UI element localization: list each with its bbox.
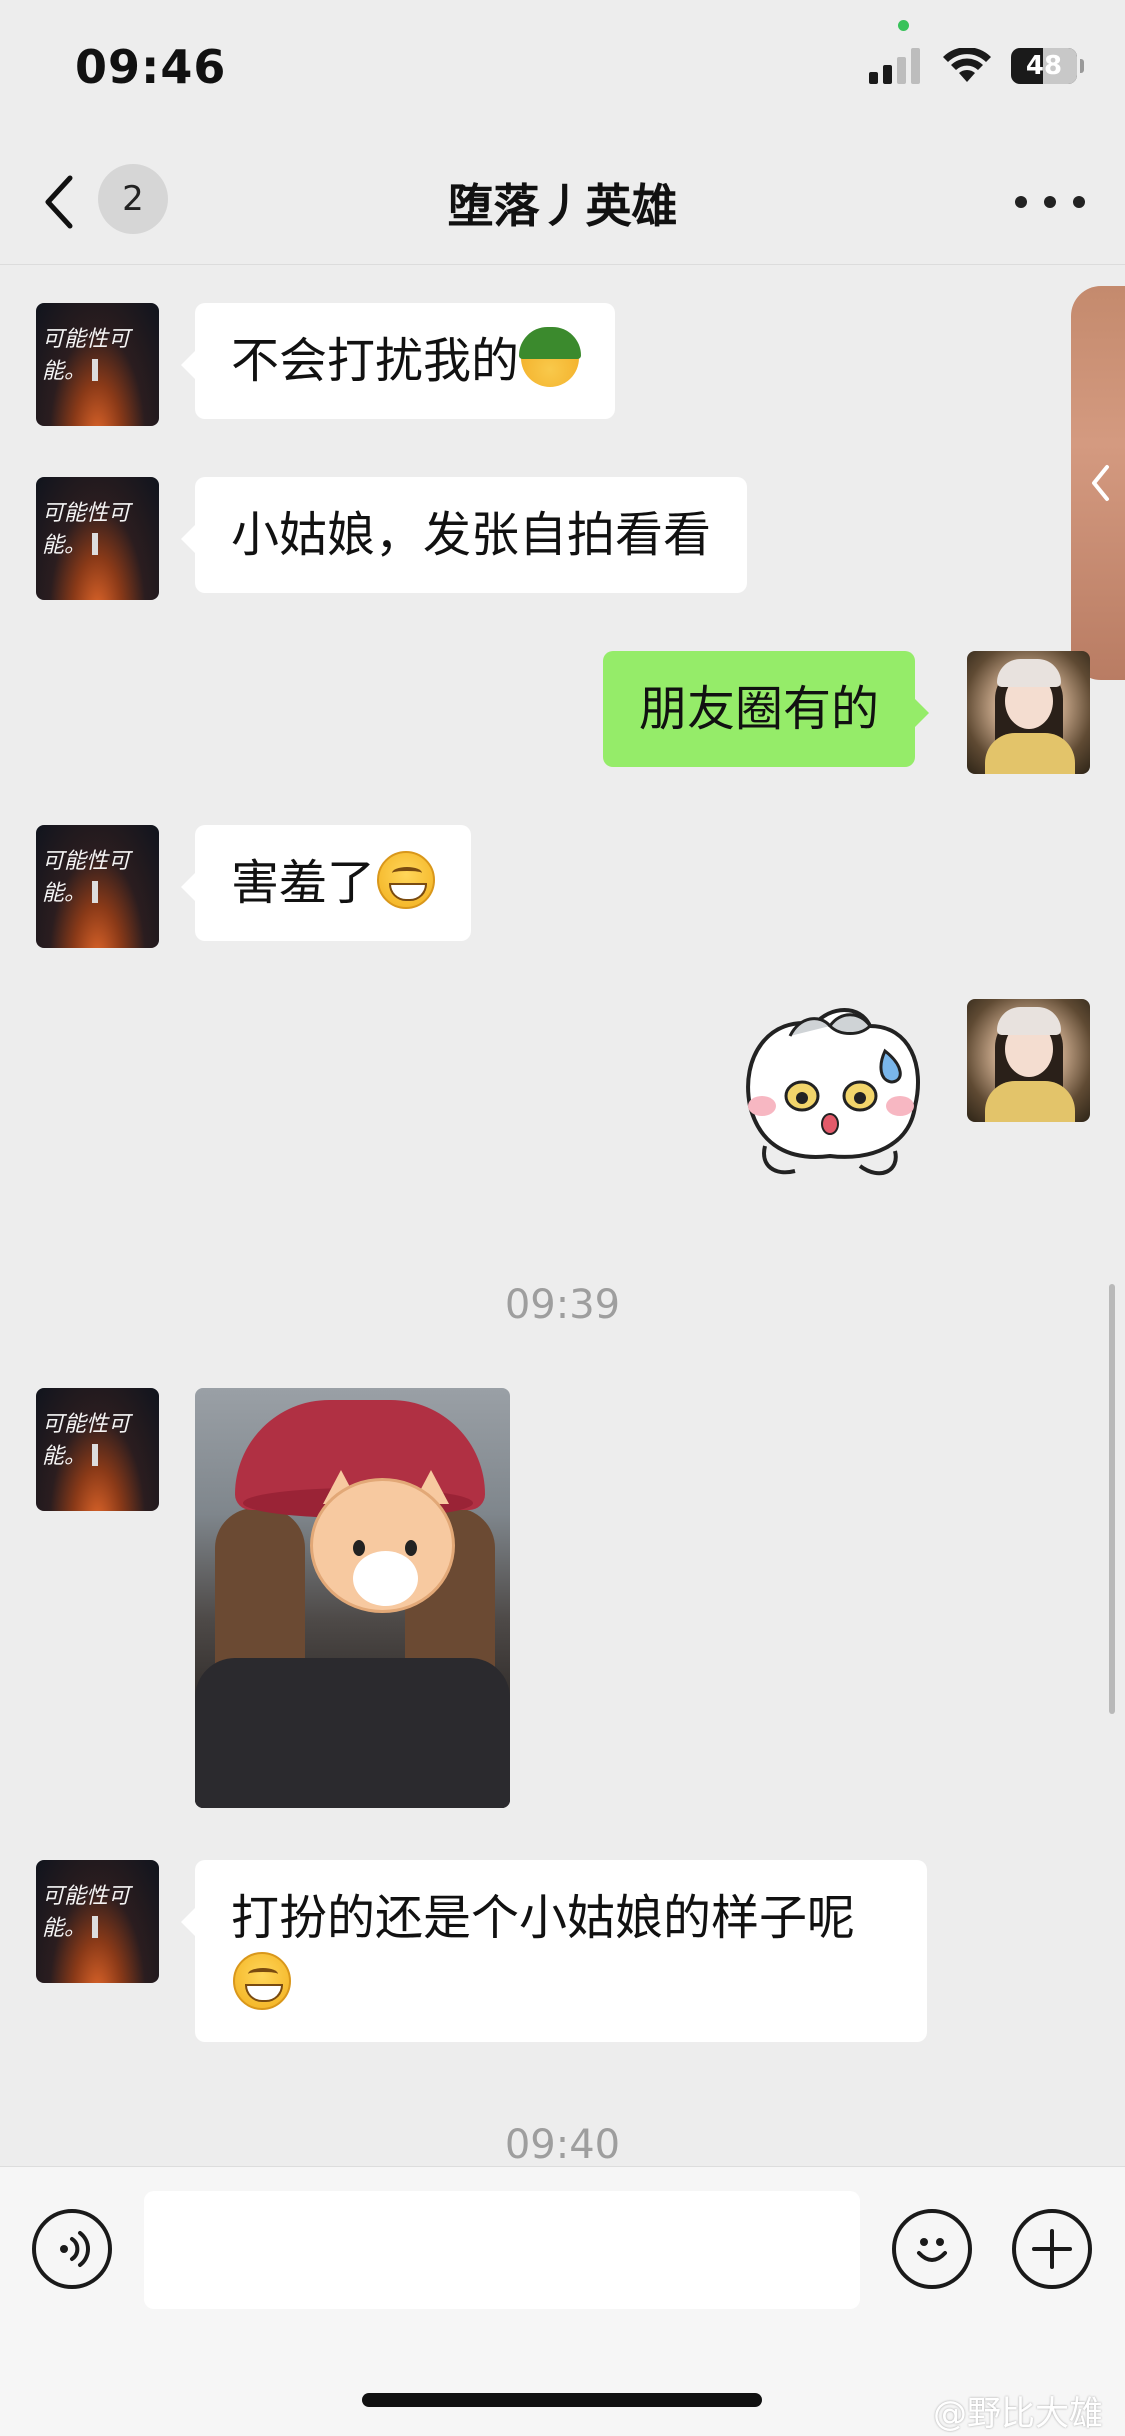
battery-percentage: 48 bbox=[1025, 51, 1063, 81]
photo-jacket bbox=[195, 1658, 510, 1808]
my-avatar[interactable] bbox=[967, 651, 1090, 774]
message-text: 朋友圈有的 bbox=[639, 681, 880, 737]
wifi-icon bbox=[943, 48, 991, 82]
cat-eye bbox=[405, 1540, 417, 1556]
cat-eye bbox=[353, 1540, 365, 1556]
avatar-caption: 可能性可能。 bbox=[42, 1884, 131, 1941]
avatar-hat bbox=[997, 659, 1061, 687]
avatar-caption: 可能性可能。 bbox=[42, 327, 131, 384]
incoming-message-bubble[interactable]: 不会打扰我的 bbox=[180, 303, 616, 419]
contact-avatar[interactable]: 可能性可能。 bbox=[36, 303, 159, 426]
message-timestamp: 09:40 bbox=[504, 2122, 621, 2168]
avatar-figure bbox=[92, 1916, 98, 1938]
status-bar: 09:46 48 bbox=[0, 0, 1125, 140]
voice-input-button[interactable] bbox=[32, 2209, 112, 2289]
avatar-caption: 可能性可能。 bbox=[42, 501, 131, 558]
my-avatar[interactable] bbox=[967, 999, 1090, 1122]
avatar-figure bbox=[92, 533, 98, 555]
message-text: 害羞了 bbox=[231, 855, 376, 911]
scrollbar[interactable] bbox=[1109, 1284, 1115, 1714]
battery-icon: 48 bbox=[1011, 48, 1084, 84]
plus-icon bbox=[1032, 2229, 1072, 2269]
avatar-figure bbox=[92, 1444, 98, 1466]
grin-emoji-icon bbox=[233, 1952, 291, 2010]
avatar-caption: 可能性可能。 bbox=[42, 849, 131, 906]
contact-avatar[interactable]: 可能性可能。 bbox=[36, 825, 159, 948]
outgoing-message-bubble[interactable]: 朋友圈有的 bbox=[603, 651, 930, 767]
grin-emoji-icon bbox=[377, 851, 436, 909]
chat-screen: 09:46 48 2 堕落丿英雄 可能性可能。 不会打扰我的 可能性可能。 小姑… bbox=[0, 0, 1125, 2436]
dot-icon bbox=[1073, 196, 1085, 208]
incoming-message-bubble[interactable]: 打扮的还是个小姑娘的样子呢 bbox=[181, 1860, 927, 2042]
message-text: 小姑娘，发张自拍看看 bbox=[231, 507, 712, 563]
dot-icon bbox=[1015, 196, 1027, 208]
voice-icon bbox=[60, 2231, 90, 2267]
chat-title: 堕落丿英雄 bbox=[447, 179, 678, 233]
helmet-emoji-icon bbox=[519, 327, 582, 387]
chat-header: 2 堕落丿英雄 bbox=[0, 140, 1125, 265]
smiley-icon bbox=[917, 2238, 947, 2262]
camera-indicator-dot bbox=[898, 20, 909, 31]
avatar-figure bbox=[92, 881, 98, 903]
home-indicator[interactable] bbox=[362, 2393, 762, 2407]
message-input[interactable] bbox=[144, 2191, 860, 2309]
dot-icon bbox=[1044, 196, 1056, 208]
contact-avatar[interactable]: 可能性可能。 bbox=[36, 477, 159, 600]
message-text: 打扮的还是个小姑娘的样子呢 bbox=[231, 1890, 856, 1946]
contact-avatar[interactable]: 可能性可能。 bbox=[36, 1860, 159, 1983]
more-functions-button[interactable] bbox=[1012, 2209, 1092, 2289]
more-options-button[interactable] bbox=[1015, 180, 1085, 224]
watermark: @野比大雄 bbox=[933, 2394, 1103, 2434]
message-text: 不会打扰我的 bbox=[231, 333, 520, 389]
avatar-body bbox=[985, 733, 1075, 774]
avatar-body bbox=[985, 1081, 1075, 1122]
cellular-signal-icon bbox=[869, 48, 920, 84]
incoming-message-bubble[interactable]: 害羞了 bbox=[180, 825, 472, 941]
avatar-figure bbox=[92, 359, 98, 381]
incoming-message-bubble[interactable]: 小姑娘，发张自拍看看 bbox=[180, 477, 748, 593]
avatar-caption: 可能性可能。 bbox=[42, 1412, 131, 1469]
contact-avatar[interactable]: 可能性可能。 bbox=[36, 1388, 159, 1511]
status-time: 09:46 bbox=[75, 40, 227, 94]
nervous-bunny-sticker[interactable] bbox=[720, 996, 940, 1196]
cat-face-sticker-icon bbox=[310, 1478, 455, 1613]
emoji-button[interactable] bbox=[892, 2209, 972, 2289]
selfie-photo-message[interactable] bbox=[195, 1388, 510, 1808]
avatar-hat bbox=[997, 1007, 1061, 1035]
message-timestamp: 09:39 bbox=[504, 1282, 621, 1328]
message-list[interactable]: 可能性可能。 不会打扰我的 可能性可能。 小姑娘，发张自拍看看 朋友圈有的 可能… bbox=[0, 266, 1125, 2168]
status-icons: 48 bbox=[869, 48, 1084, 84]
